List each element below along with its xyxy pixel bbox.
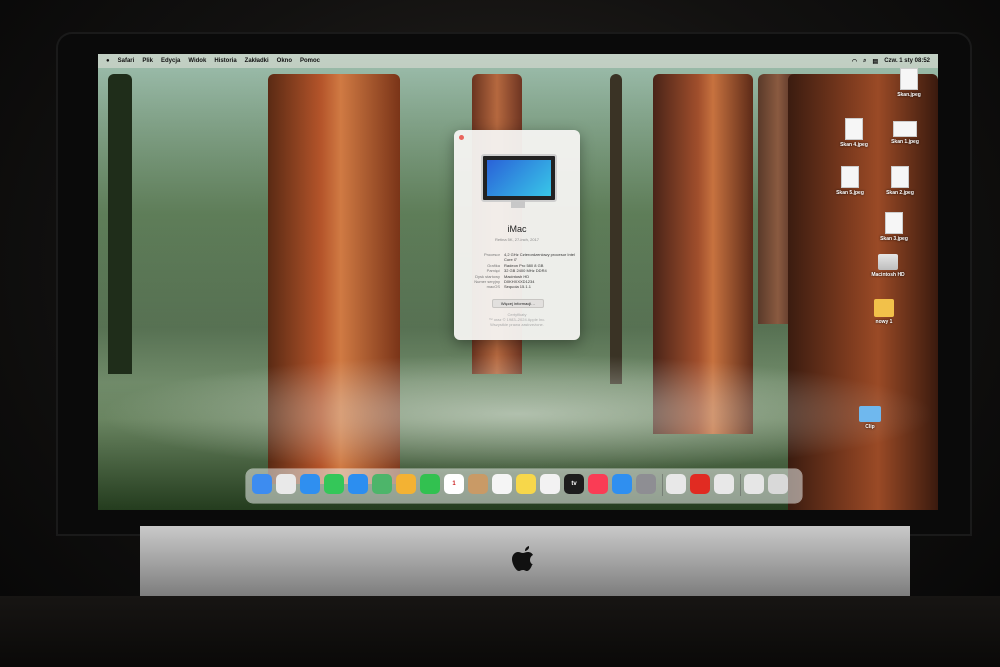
desktop-file[interactable]: Skan 3.jpeg (878, 212, 910, 242)
drive-label: Macintosh HD (871, 272, 905, 278)
freeform-icon[interactable] (540, 474, 560, 494)
apple-logo-icon (512, 546, 533, 571)
dock-separator (740, 474, 741, 496)
about-footer: Certyfikaty ™ oraz © 1983–2024 Apple Inc… (454, 312, 580, 327)
spec-row: Procesor 4,2 GHz Czterordzeniowy procesor… (460, 252, 576, 263)
launchpad-icon[interactable] (276, 474, 296, 494)
folder-label: nowy 1 (875, 319, 893, 325)
desktop-drive[interactable]: Macintosh HD (868, 254, 908, 278)
spec-value: Sequoia 15.1.1 (504, 284, 531, 290)
tree-trunk (108, 74, 132, 374)
preview-icon[interactable] (666, 474, 686, 494)
downloads-icon[interactable] (744, 474, 764, 494)
file-label: Skan 4.jpeg (840, 142, 868, 148)
model-title: iMac (507, 224, 527, 234)
menu-pomoc[interactable]: Pomoc (300, 58, 320, 64)
desktop-file[interactable]: Skan 5.jpeg (834, 166, 866, 196)
spec-value: 4,2 GHz Czterordzeniowy procesor Intel C… (504, 252, 575, 263)
more-info-button[interactable]: Więcej informacji… (492, 299, 544, 308)
hard-drive-icon (878, 254, 898, 270)
desktop-file[interactable]: Skan 4.jpeg (838, 118, 870, 148)
desktop-screen: ● Safari Plik Edycja Widok Historia Zakł… (98, 54, 938, 510)
folder-icon (874, 299, 894, 317)
imac-illustration-icon (481, 154, 557, 202)
file-label: Skan 2.jpeg (886, 190, 914, 196)
safari-icon[interactable] (300, 474, 320, 494)
about-this-mac-window: iMac Retina 5K, 27-inch, 2017 Procesor 4,… (454, 130, 580, 340)
desktop-folder[interactable]: nowy 1 (868, 299, 900, 325)
imac-stand-illustration (511, 200, 525, 208)
jpeg-file-icon (841, 166, 859, 188)
notes-icon[interactable] (516, 474, 536, 494)
jpeg-file-icon (893, 121, 917, 137)
facetime-icon[interactable] (420, 474, 440, 494)
menu-safari[interactable]: Safari (118, 58, 135, 64)
file-label: Skan 3.jpeg (880, 236, 908, 242)
rights-text: Wszystkie prawa zastrzeżone. (490, 322, 544, 327)
control-center-icon[interactable]: ▤ (873, 58, 879, 65)
desktop-file[interactable]: Skan 2.jpeg (884, 166, 916, 196)
menu-edycja[interactable]: Edycja (161, 58, 180, 64)
jpeg-file-icon (900, 68, 918, 90)
spec-key: Procesor (483, 252, 500, 257)
menu-plik[interactable]: Plik (142, 58, 153, 64)
spec-list: Procesor 4,2 GHz Czterordzeniowy procesor… (460, 252, 576, 290)
trash-icon[interactable] (768, 474, 788, 494)
tv-icon[interactable]: tv (564, 474, 584, 494)
finder-icon[interactable] (252, 474, 272, 494)
acrobat-icon[interactable] (690, 474, 710, 494)
photos-icon[interactable] (396, 474, 416, 494)
dock: 1 tv (246, 469, 802, 503)
contacts-icon[interactable] (468, 474, 488, 494)
file-label: Skan 5.jpeg (836, 190, 864, 196)
dock-separator (662, 474, 663, 496)
close-button[interactable] (459, 135, 464, 140)
messages-icon[interactable] (324, 474, 344, 494)
tree-trunk (610, 74, 622, 384)
desktop-folder[interactable]: Clip (854, 406, 886, 430)
model-subtitle: Retina 5K, 27-inch, 2017 (494, 237, 540, 242)
menu-bar: ● Safari Plik Edycja Widok Historia Zakł… (98, 54, 938, 68)
search-icon[interactable]: ⌕ (863, 58, 866, 65)
system-settings-icon[interactable] (636, 474, 656, 494)
menu-historia[interactable]: Historia (214, 58, 236, 64)
mail-icon[interactable] (348, 474, 368, 494)
reminders-icon[interactable] (492, 474, 512, 494)
jpeg-file-icon (891, 166, 909, 188)
menu-widok[interactable]: Widok (188, 58, 206, 64)
music-icon[interactable] (588, 474, 608, 494)
calendar-icon[interactable]: 1 (444, 474, 464, 494)
file-label: Skan.jpeg (897, 92, 921, 98)
folder-label: Clip (865, 424, 875, 430)
menu-clock[interactable]: Czw. 1 sty 08:52 (884, 58, 930, 65)
maps-icon[interactable] (372, 474, 392, 494)
scanner-icon[interactable] (714, 474, 734, 494)
file-label: Skan 1.jpeg (891, 139, 919, 145)
menu-okno[interactable]: Okno (277, 58, 292, 64)
desk-surface (0, 596, 1000, 667)
jpeg-file-icon (845, 118, 863, 140)
forest-fog (98, 354, 938, 474)
jpeg-file-icon (885, 212, 903, 234)
menu-zakladki[interactable]: Zakładki (245, 58, 269, 64)
app-store-icon[interactable] (612, 474, 632, 494)
desktop-file[interactable]: Skan 1.jpeg (888, 118, 922, 145)
apple-menu-icon[interactable]: ● (106, 58, 110, 64)
wifi-icon[interactable]: ◠ (852, 58, 857, 65)
folder-blue-icon (859, 406, 881, 422)
spec-row: macOS Sequoia 15.1.1 (460, 284, 576, 289)
spec-key: macOS (486, 284, 500, 290)
desktop-file[interactable]: Skan.jpeg (893, 68, 925, 98)
